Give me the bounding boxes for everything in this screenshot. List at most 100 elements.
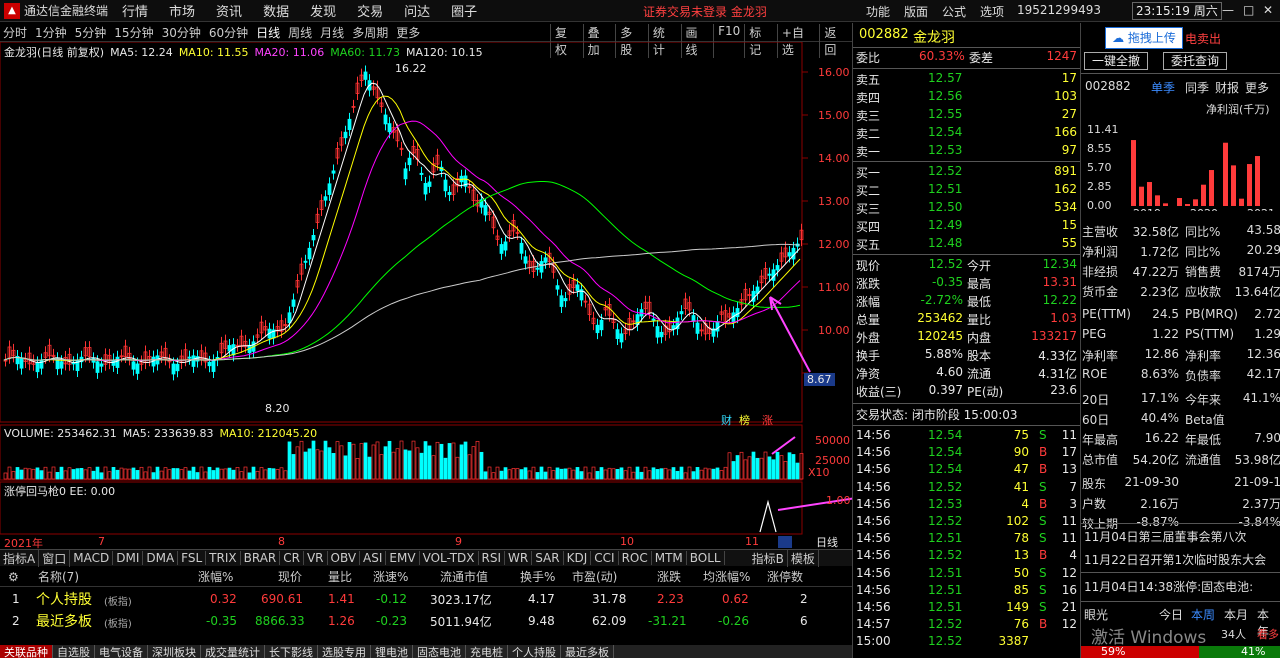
menu-circle[interactable]: 圈子 bbox=[451, 1, 477, 20]
indicator-tab[interactable]: ROC bbox=[619, 551, 652, 565]
tab-1min[interactable]: 1分钟 bbox=[32, 24, 70, 41]
tick-row[interactable]: 14:56 12.51 149 S 21 bbox=[853, 600, 1081, 618]
tick-row[interactable]: 14:56 12.52 41 S 7 bbox=[853, 480, 1081, 498]
menu-discover[interactable]: 发现 bbox=[310, 1, 336, 20]
ask-row[interactable]: 卖四 12.56 103 bbox=[853, 89, 1081, 107]
indicator-b-tab[interactable]: 指标B bbox=[749, 549, 788, 567]
tick-row[interactable]: 14:56 12.51 78 S 11 bbox=[853, 531, 1081, 549]
foot-today[interactable]: 今日 bbox=[1159, 606, 1183, 623]
menu-trade[interactable]: 交易 bbox=[357, 1, 383, 20]
indicator-tab[interactable]: 指标A bbox=[0, 549, 40, 567]
col-pe[interactable]: 市盈(动) bbox=[572, 568, 617, 585]
menu-data[interactable]: 数据 bbox=[263, 1, 289, 20]
indicator-tab[interactable]: BRAR bbox=[241, 551, 281, 565]
bottom-tab[interactable]: 成交量统计 bbox=[201, 645, 265, 658]
bid-row[interactable]: 买二 12.51 162 bbox=[853, 182, 1081, 200]
indicator-tab[interactable]: 窗口 bbox=[39, 549, 71, 567]
indicator-tab[interactable]: TRIX bbox=[206, 551, 241, 565]
indicator-tab[interactable]: ASI bbox=[360, 551, 387, 565]
row-name[interactable]: 个人持股 bbox=[36, 589, 92, 609]
bottom-tab[interactable]: 深圳板块 bbox=[148, 645, 201, 658]
tick-row[interactable]: 14:56 12.52 102 S 11 bbox=[853, 514, 1081, 532]
kline-chart[interactable] bbox=[0, 42, 852, 549]
tab-single-quarter[interactable]: 单季 bbox=[1151, 79, 1175, 96]
minimize-icon[interactable]: — bbox=[1222, 3, 1234, 17]
indicator-tab[interactable]: CR bbox=[280, 551, 304, 565]
menu-layout[interactable]: 版面 bbox=[904, 3, 928, 20]
indicator-tab[interactable]: FSL bbox=[178, 551, 207, 565]
tab-more-fin[interactable]: 更多 bbox=[1245, 79, 1269, 96]
col-float-mcap[interactable]: 流通市值 bbox=[440, 568, 488, 585]
upload-button[interactable]: ☁ 拖拽上传 bbox=[1105, 27, 1183, 49]
foot-month[interactable]: 本月 bbox=[1224, 606, 1248, 623]
menu-function[interactable]: 功能 bbox=[866, 3, 890, 20]
indicator-tab[interactable]: VOL-TDX bbox=[420, 551, 479, 565]
bottom-tab[interactable]: 锂电池 bbox=[371, 645, 413, 658]
indicator-tab[interactable]: RSI bbox=[479, 551, 506, 565]
tab-daily[interactable]: 日线 bbox=[253, 24, 283, 41]
indicator-tab[interactable]: OBV bbox=[328, 551, 361, 565]
tab-multi-period[interactable]: 多周期 bbox=[349, 24, 391, 41]
col-avg-change[interactable]: 均涨幅% bbox=[703, 568, 750, 585]
menu-formula[interactable]: 公式 bbox=[942, 3, 966, 20]
col-volume-ratio[interactable]: 量比 bbox=[328, 568, 352, 585]
tick-row[interactable]: 14:56 12.54 75 S 11 bbox=[853, 428, 1081, 446]
table-row[interactable]: 1 个人持股 (板指) 0.32 690.61 1.41 -0.12 3023.… bbox=[0, 588, 852, 610]
commission-query-button[interactable]: 委托查询 bbox=[1163, 52, 1227, 70]
user-phone[interactable]: 19521299493 bbox=[1017, 3, 1101, 17]
indicator-tab[interactable]: KDJ bbox=[564, 551, 592, 565]
col-turnover[interactable]: 换手% bbox=[520, 568, 555, 585]
bottom-tab[interactable]: 电气设备 bbox=[95, 645, 148, 658]
bottom-tab[interactable]: 关联品种 bbox=[0, 645, 53, 658]
tab-weekly[interactable]: 周线 bbox=[285, 24, 315, 41]
col-price[interactable]: 现价 bbox=[278, 568, 302, 585]
indicator-tab[interactable]: MTM bbox=[652, 551, 687, 565]
indicator-tab[interactable]: SAR bbox=[532, 551, 564, 565]
row-name[interactable]: 最近多板 bbox=[36, 611, 92, 631]
ask-row[interactable]: 卖一 12.53 97 bbox=[853, 143, 1081, 161]
bottom-tab[interactable]: 自选股 bbox=[53, 645, 95, 658]
kline-chart-area[interactable]: 金龙羽(日线 前复权) MA5: 12.24 MA10: 11.55 MA20:… bbox=[0, 42, 852, 557]
bid-row[interactable]: 买五 12.48 55 bbox=[853, 236, 1081, 254]
tick-row[interactable]: 14:57 12.52 76 B 12 bbox=[853, 617, 1081, 635]
ask-row[interactable]: 卖五 12.57 17 bbox=[853, 71, 1081, 89]
indicator-tab[interactable]: WR bbox=[505, 551, 533, 565]
indicator-tab[interactable]: CCI bbox=[591, 551, 619, 565]
bottom-tab[interactable]: 充电桩 bbox=[466, 645, 508, 658]
indicator-tab[interactable]: VR bbox=[304, 551, 328, 565]
tab-report[interactable]: 财报 bbox=[1215, 79, 1239, 96]
bottom-tab[interactable]: 个人持股 bbox=[508, 645, 561, 658]
col-speed[interactable]: 涨速% bbox=[373, 568, 408, 585]
col-change-pct[interactable]: 涨幅% bbox=[198, 568, 233, 585]
bid-row[interactable]: 买一 12.52 891 bbox=[853, 164, 1081, 182]
close-icon[interactable]: ✕ bbox=[1263, 3, 1273, 17]
limit-up-badge[interactable]: 涨 bbox=[762, 412, 773, 428]
indicator-tab[interactable]: DMA bbox=[143, 551, 179, 565]
tick-row[interactable]: 15:00 12.52 3387 bbox=[853, 634, 1081, 652]
ask-row[interactable]: 卖三 12.55 27 bbox=[853, 107, 1081, 125]
menu-ask[interactable]: 问达 bbox=[404, 1, 430, 20]
finance-badge[interactable]: 财 bbox=[721, 412, 732, 428]
tick-row[interactable]: 14:56 12.54 47 B 13 bbox=[853, 462, 1081, 480]
news-item[interactable]: 11月04日14:38涨停:固态电池: bbox=[1084, 578, 1253, 595]
bottom-tab[interactable]: 最近多板 bbox=[561, 645, 614, 658]
tab-60min[interactable]: 60分钟 bbox=[206, 24, 251, 41]
bottom-tab[interactable]: 长下影线 bbox=[265, 645, 318, 658]
tick-row[interactable]: 14:56 12.51 50 S 12 bbox=[853, 566, 1081, 584]
menu-options[interactable]: 选项 bbox=[980, 3, 1004, 20]
bid-row[interactable]: 买四 12.49 15 bbox=[853, 218, 1081, 236]
foot-week[interactable]: 本周 bbox=[1191, 606, 1215, 623]
period-daily-button[interactable]: 日线 bbox=[816, 534, 838, 550]
tab-timeshare[interactable]: 分时 bbox=[0, 24, 30, 41]
bid-row[interactable]: 买三 12.50 534 bbox=[853, 200, 1081, 218]
login-warning[interactable]: 证券交易未登录 金龙羽 bbox=[643, 3, 767, 20]
cancel-all-button[interactable]: 一键全撤 bbox=[1084, 52, 1148, 70]
bottom-tab[interactable]: 固态电池 bbox=[413, 645, 466, 658]
col-diff[interactable]: 涨跌 bbox=[657, 568, 681, 585]
ask-row[interactable]: 卖二 12.54 166 bbox=[853, 125, 1081, 143]
maximize-icon[interactable]: □ bbox=[1243, 3, 1254, 17]
tab-same-quarter[interactable]: 同季 bbox=[1185, 79, 1209, 96]
tab-more[interactable]: 更多 bbox=[393, 24, 423, 41]
col-name[interactable]: 名称(7) bbox=[38, 568, 79, 585]
tick-row[interactable]: 14:56 12.53 4 B 3 bbox=[853, 497, 1081, 515]
